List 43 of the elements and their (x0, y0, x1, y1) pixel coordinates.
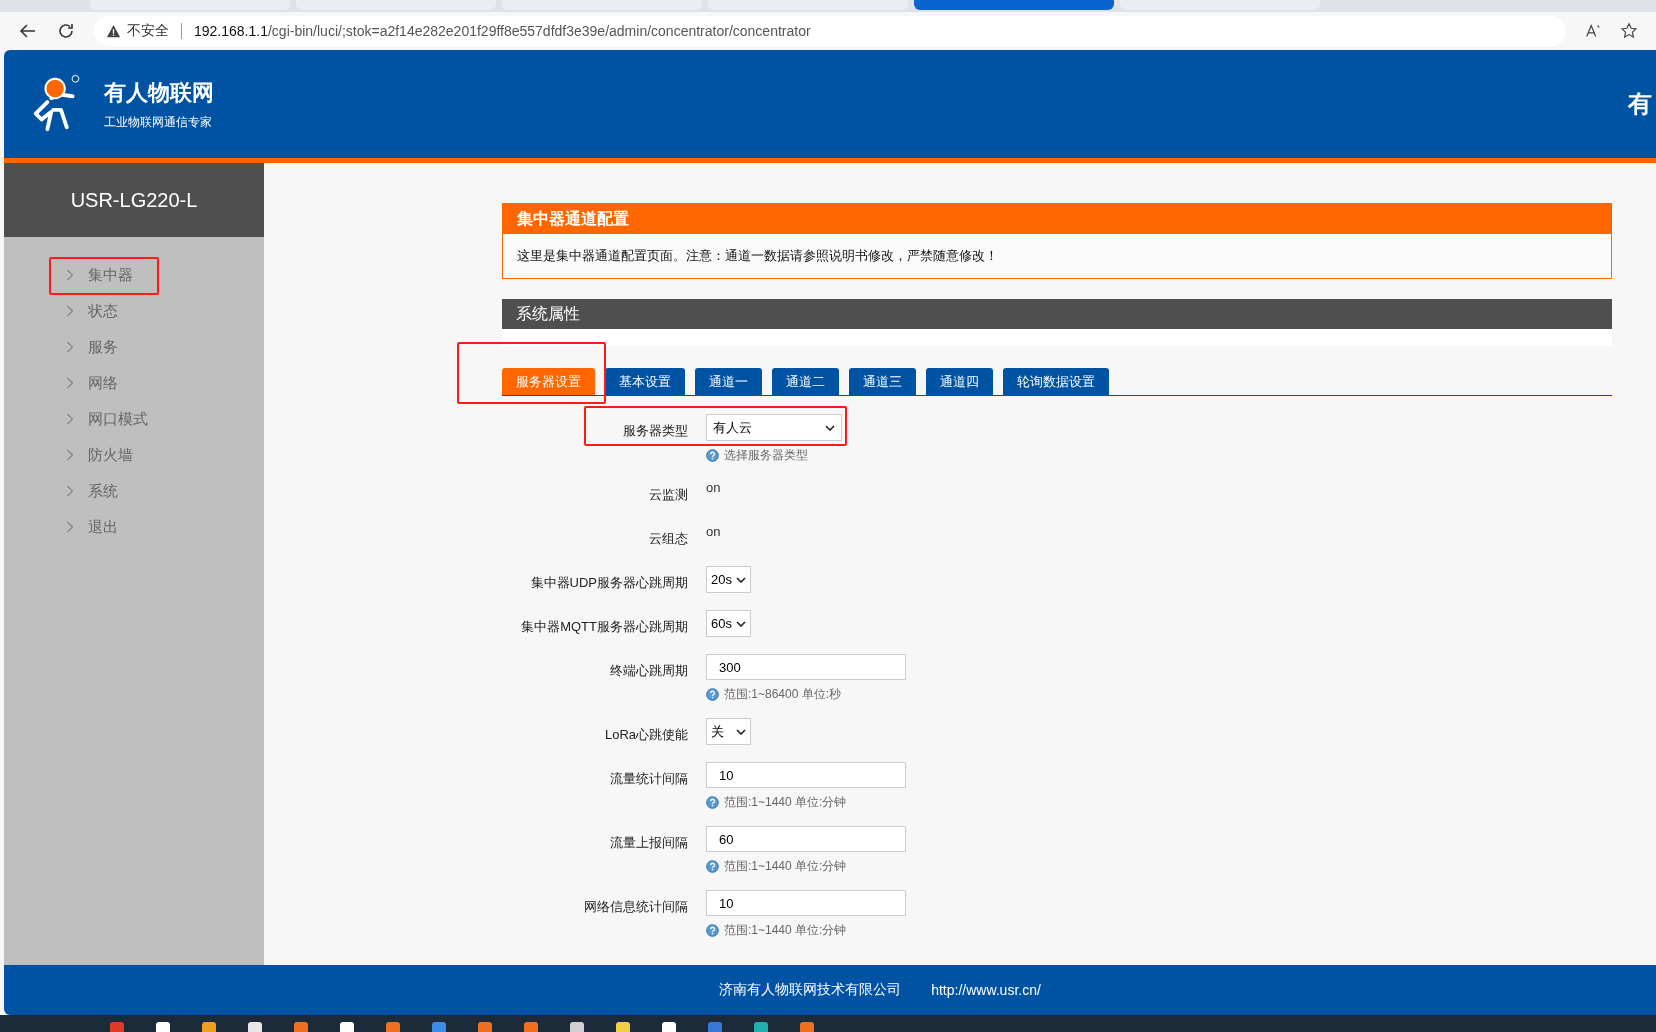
field-hint: 范围:1~1440 单位:分钟 (724, 858, 847, 875)
field-label: 终端心跳周期 (609, 662, 688, 680)
field-hint: 范围:1~1440 单位:分钟 (724, 794, 847, 811)
input-field[interactable]: 10 (706, 890, 906, 916)
field-hint: 范围:1~86400 单位:秒 (724, 686, 842, 703)
tab[interactable]: 通道三 (849, 368, 916, 395)
field-label: 网络信息统计间隔 (583, 898, 688, 916)
tab[interactable]: 通道四 (926, 368, 993, 395)
brand-slogan: 工业物联网通信专家 (104, 113, 213, 131)
company-name: 济南有人物联网技术有限公司 (719, 981, 902, 999)
field-label: 流量统计间隔 (609, 770, 688, 788)
field-label: 云监测 (648, 486, 688, 504)
field-hint: 选择服务器类型 (724, 447, 808, 464)
field-label: 服务器类型 (622, 422, 688, 440)
tab[interactable]: 基本设置 (605, 368, 685, 395)
field-label: 流量上报间隔 (609, 834, 688, 852)
field-hint: 范围:1~1440 单位:分钟 (724, 922, 847, 939)
url-text: 192.168.1.1/cgi-bin/luci/;stok=a2f14e282e201f29ff8e557dfdf3e39e/admin/concentrator/concentrator (194, 23, 811, 39)
tab[interactable]: 通道一 (695, 368, 762, 395)
footer-link[interactable]: http://www.usr.cn/ (931, 982, 1041, 998)
field-label: LoRa心跳使能 (603, 726, 688, 744)
field-value: on (706, 479, 721, 495)
field-value: on (706, 523, 721, 539)
notice-title: 集中器通道配置 (503, 204, 1611, 234)
field-label: 集中器UDP服务器心跳周期 (529, 574, 688, 592)
address-bar[interactable]: 不安全 192.168.1.1/cgi-bin/luci/;stok=a2f14e282e201f29ff8e557dfdf3e39e/admin/concentrator/concentrator (94, 16, 1566, 46)
notice-text: 这里是集中器通道配置页面。注意：通道一数据请参照说明书修改，严禁随意修改！ (516, 247, 999, 265)
input-field[interactable]: 10 (706, 762, 906, 788)
select-field[interactable]: 关 (706, 718, 751, 745)
field-label: 云组态 (648, 530, 688, 548)
security-label: 不安全 (127, 22, 169, 40)
select-field[interactable]: 60s (706, 610, 751, 637)
field-label: 集中器MQTT服务器心跳周期 (520, 618, 688, 636)
input-field[interactable]: 60 (706, 826, 906, 852)
select-field[interactable]: 20s (706, 566, 751, 593)
device-name: USR-LG220-L (70, 188, 198, 212)
tab[interactable]: 轮询数据设置 (1003, 368, 1109, 395)
header-title: 有 (1628, 89, 1652, 119)
input-field[interactable]: 300 (706, 654, 906, 680)
tab[interactable]: 通道二 (772, 368, 839, 395)
select-field[interactable]: 有人云 (706, 414, 842, 441)
section-title: 系统属性 (502, 299, 1612, 329)
brand-name: 有人物联网 (104, 78, 214, 107)
